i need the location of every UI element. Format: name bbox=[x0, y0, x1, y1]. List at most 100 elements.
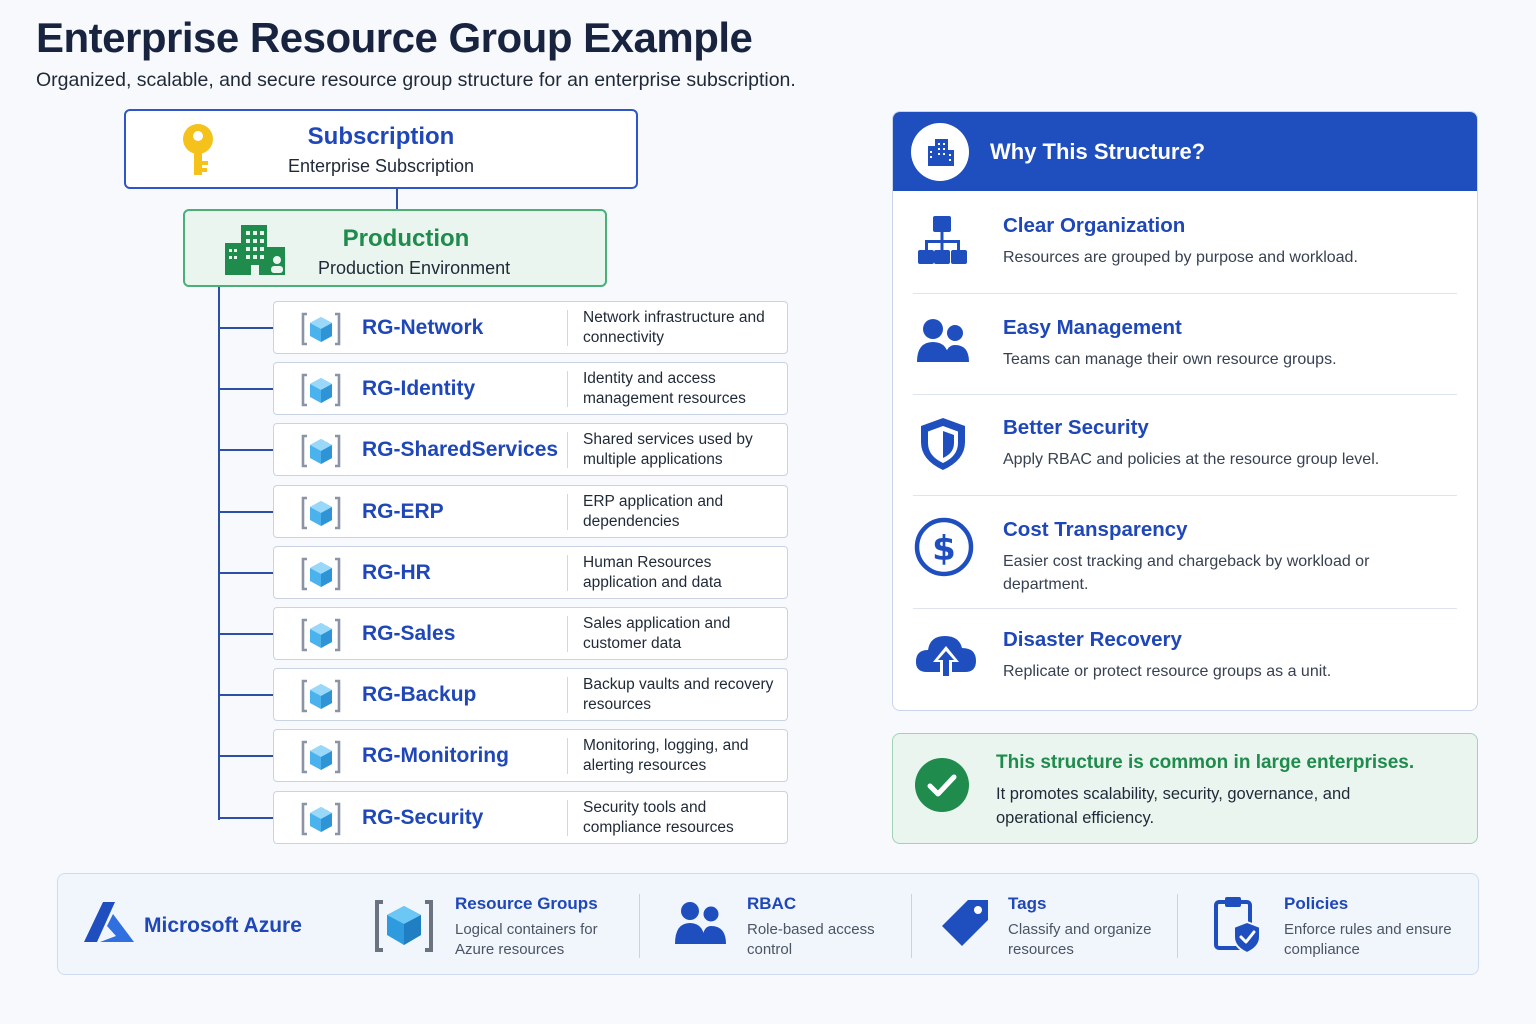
divider bbox=[913, 293, 1457, 294]
footer-item-text: Logical containers for Azure resources bbox=[455, 921, 598, 958]
resource-group-description: Sales application and customer data bbox=[583, 615, 731, 652]
tree-trunk-line bbox=[218, 287, 220, 820]
subscription-subtitle: Enterprise Subscription bbox=[287, 156, 475, 176]
footer-item-text: Role-based access control bbox=[747, 921, 875, 958]
footer-item-title: Tags bbox=[1008, 894, 1047, 913]
divider bbox=[913, 608, 1457, 609]
divider bbox=[911, 894, 912, 958]
tree-branch-line bbox=[218, 633, 274, 635]
tree-branch-line bbox=[218, 817, 274, 819]
shield-icon bbox=[913, 414, 985, 479]
why-panel-title: Why This Structure? bbox=[990, 139, 1206, 164]
resource-group-row: RG-Network Network infrastructure and con… bbox=[273, 301, 788, 354]
divider bbox=[567, 371, 568, 407]
why-item-text: Easier cost tracking and chargeback by w… bbox=[1003, 553, 1370, 593]
resource-group-icon bbox=[300, 678, 342, 719]
resource-group-icon bbox=[300, 311, 342, 352]
production-node: Production Production Environment bbox=[183, 209, 607, 287]
checkmark-icon bbox=[914, 757, 970, 818]
people-icon bbox=[673, 900, 729, 951]
why-item-title: Cost Transparency bbox=[1003, 518, 1188, 541]
why-item-text: Replicate or protect resource groups as … bbox=[1003, 663, 1332, 680]
footer-item-title: RBAC bbox=[747, 894, 797, 913]
subscription-title: Subscription bbox=[307, 123, 455, 150]
why-item-text: Resources are grouped by purpose and wor… bbox=[1003, 249, 1358, 266]
svg-text:$: $ bbox=[932, 529, 956, 569]
resource-group-description: Shared services used by multiple applica… bbox=[583, 431, 753, 468]
why-panel: Why This Structure? Clear Organization R… bbox=[892, 111, 1478, 711]
footer-item-title: Resource Groups bbox=[455, 894, 598, 913]
tree-branch-line bbox=[218, 449, 274, 451]
page-title: Enterprise Resource Group Example bbox=[36, 14, 753, 61]
resource-group-name: RG-Monitoring bbox=[362, 744, 509, 767]
production-subtitle: Production Environment bbox=[318, 258, 511, 278]
resource-group-icon bbox=[300, 495, 342, 536]
page-subtitle: Organized, scalable, and secure resource… bbox=[36, 69, 796, 91]
divider bbox=[567, 555, 568, 591]
callout-title: This structure is common in large enterp… bbox=[996, 752, 1415, 773]
footer-bar: Microsoft Azure Resource Groups Logical … bbox=[57, 873, 1479, 975]
subscription-node: Subscription Enterprise Subscription bbox=[124, 109, 638, 189]
resource-group-description: Monitoring, logging, and alerting resour… bbox=[583, 737, 749, 774]
tree-branch-line bbox=[218, 755, 274, 757]
footer-item-title: Policies bbox=[1284, 894, 1349, 913]
why-item-title: Better Security bbox=[1003, 416, 1149, 439]
resource-group-row: RG-HR Human Resources application and dat… bbox=[273, 546, 788, 599]
resource-group-name: RG-Security bbox=[362, 806, 484, 829]
cube-icon bbox=[373, 898, 435, 959]
clipboard-shield-icon bbox=[1212, 894, 1262, 961]
callout-text: It promotes scalability, security, gover… bbox=[996, 785, 1351, 827]
resource-group-icon bbox=[300, 556, 342, 597]
resource-group-icon bbox=[300, 801, 342, 842]
resource-group-description: Identity and access management resources bbox=[583, 370, 746, 407]
azure-brand-label: Microsoft Azure bbox=[144, 914, 302, 937]
resource-group-row: RG-Identity Identity and access managemen… bbox=[273, 362, 788, 415]
resource-group-row: RG-Sales Sales application and customer d… bbox=[273, 607, 788, 660]
divider bbox=[913, 394, 1457, 395]
tree-branch-line bbox=[218, 388, 274, 390]
dollar-icon: $ bbox=[913, 516, 985, 583]
footer-item-text: Enforce rules and ensure compliance bbox=[1284, 921, 1452, 958]
resource-group-description: Backup vaults and recovery resources bbox=[583, 676, 774, 713]
resource-group-icon bbox=[300, 372, 342, 413]
resource-group-name: RG-Network bbox=[362, 316, 484, 339]
hierarchy-icon bbox=[913, 212, 985, 273]
resource-group-name: RG-HR bbox=[362, 561, 431, 584]
cloud-recovery-icon bbox=[913, 626, 985, 689]
footer-item-text: Classify and organize resources bbox=[1008, 921, 1152, 958]
why-item-title: Disaster Recovery bbox=[1003, 628, 1182, 651]
resource-group-description: ERP application and dependencies bbox=[583, 493, 724, 530]
why-panel-header: Why This Structure? bbox=[893, 112, 1477, 191]
tree-branch-line bbox=[218, 327, 274, 329]
tree-branch-line bbox=[218, 694, 274, 696]
why-item-title: Clear Organization bbox=[1003, 214, 1186, 237]
building-icon bbox=[221, 221, 289, 282]
tree-branch-line bbox=[218, 572, 274, 574]
why-item-text: Apply RBAC and policies at the resource … bbox=[1003, 451, 1380, 468]
resource-group-name: RG-ERP bbox=[362, 500, 444, 523]
resource-group-name: RG-Backup bbox=[362, 683, 477, 706]
divider bbox=[567, 310, 568, 346]
why-item-text: Teams can manage their own resource grou… bbox=[1003, 351, 1337, 368]
resource-group-name: RG-Identity bbox=[362, 377, 476, 400]
resource-group-description: Security tools and compliance resources bbox=[583, 799, 734, 836]
divider bbox=[567, 677, 568, 713]
resource-group-icon bbox=[300, 617, 342, 658]
divider bbox=[1177, 894, 1178, 958]
resource-group-row: RG-ERP ERP application and dependencies bbox=[273, 485, 788, 538]
why-item-title: Easy Management bbox=[1003, 316, 1182, 339]
divider bbox=[567, 494, 568, 530]
people-icon bbox=[913, 314, 985, 375]
resource-group-row: RG-Backup Backup vaults and recovery reso… bbox=[273, 668, 788, 721]
tree-branch-line bbox=[218, 511, 274, 513]
resource-group-icon bbox=[300, 433, 342, 474]
divider bbox=[567, 738, 568, 774]
resource-group-description: Network infrastructure and connectivity bbox=[583, 309, 765, 346]
building-icon bbox=[911, 123, 969, 181]
production-title: Production bbox=[342, 225, 470, 252]
divider bbox=[567, 800, 568, 836]
azure-logo-icon bbox=[83, 900, 135, 949]
connector-line bbox=[396, 189, 398, 209]
resource-group-description: Human Resources application and data bbox=[583, 554, 722, 591]
resource-group-name: RG-SharedServices bbox=[362, 438, 559, 461]
